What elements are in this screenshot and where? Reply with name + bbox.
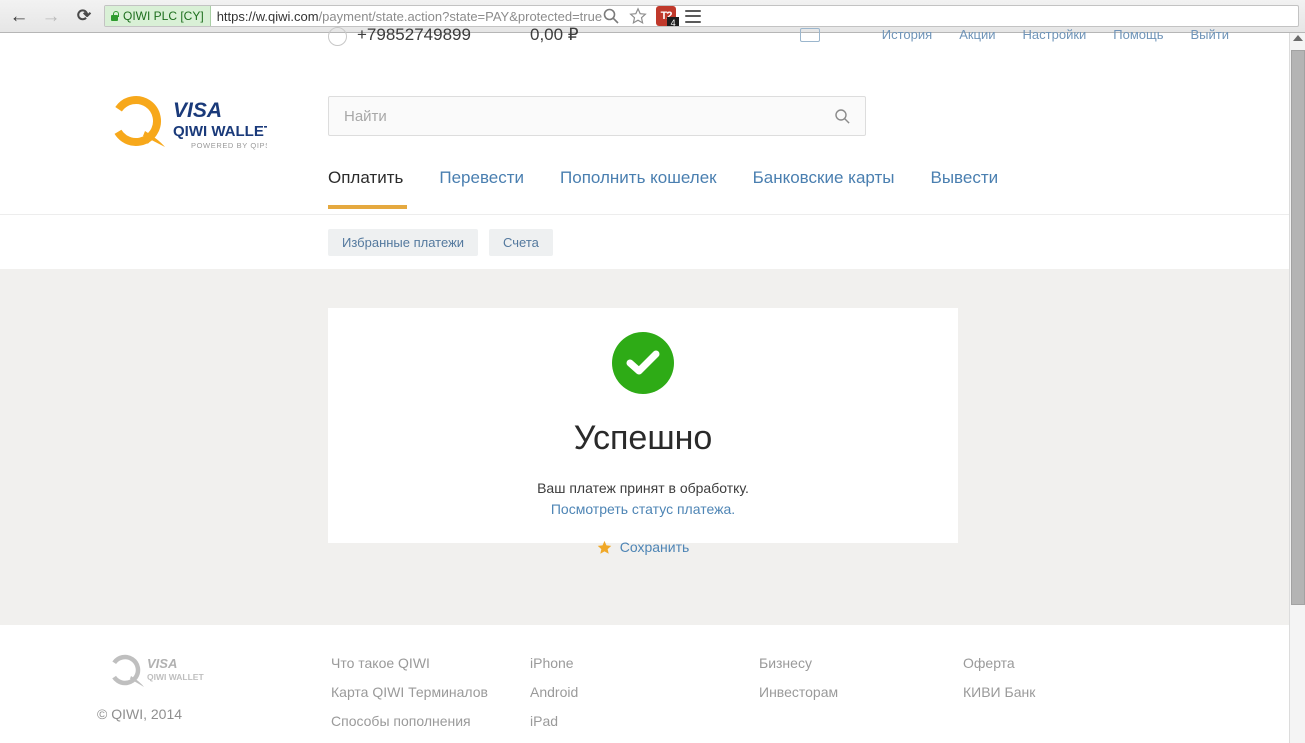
footer-columns: Что такое QIWI Карта QIWI Терминалов Спо… <box>331 655 1143 743</box>
navigation-buttons: ← → ⟳ <box>0 4 96 28</box>
scroll-up-arrow-icon[interactable] <box>1293 35 1303 41</box>
search-icon[interactable] <box>602 7 620 25</box>
payment-success-card: Успешно Ваш платеж принят в обработку. П… <box>328 308 958 555</box>
mail-icon[interactable] <box>800 28 820 42</box>
account-phone[interactable]: +79852749899 <box>357 26 471 45</box>
tabs-divider <box>0 214 1289 215</box>
footer-column-business: Бизнесу Инвесторам <box>759 655 963 743</box>
star-icon[interactable] <box>629 7 647 25</box>
address-bar[interactable]: QIWI PLC [CY] https://w.qiwi.com/payment… <box>104 5 1299 27</box>
search-input[interactable]: Найти <box>328 96 866 136</box>
search-placeholder: Найти <box>344 107 387 125</box>
account-nav-item-help[interactable]: Помощь <box>1113 27 1163 42</box>
account-nav-item-promos[interactable]: Акции <box>959 27 995 42</box>
footer-link[interactable]: Карта QIWI Терминалов <box>331 684 530 700</box>
tab-bankovskie-karty[interactable]: Банковские карты <box>753 168 895 192</box>
check-circle-icon <box>612 332 674 394</box>
qiwi-visa-wallet-logo[interactable]: VISA QIWI WALLET POWERED BY QIPS <box>107 93 267 155</box>
page-footer: VISA QIWI WALLET © QIWI, 2014 Что такое … <box>0 625 1289 743</box>
footer-column-about: Что такое QIWI Карта QIWI Терминалов Спо… <box>331 655 530 743</box>
success-icon-wrapper <box>328 308 958 394</box>
footer-link[interactable]: Бизнесу <box>759 655 963 671</box>
logo-visa-text: VISA <box>173 99 222 122</box>
site-security-badge[interactable]: QIWI PLC [CY] <box>105 6 211 26</box>
account-nav-item-settings[interactable]: Настройки <box>1023 27 1087 42</box>
web-page: +79852749899 0,00 ₽ История Акции Настро… <box>0 26 1289 743</box>
logo-powered-text: POWERED BY QIPS <box>191 141 267 150</box>
save-link[interactable]: Сохранить <box>620 539 690 555</box>
logo-wallet-text: QIWI WALLET <box>173 123 267 140</box>
account-balance[interactable]: 0,00 ₽ <box>530 26 579 45</box>
scrollbar-thumb[interactable] <box>1291 50 1305 605</box>
security-badge-label: QIWI PLC [CY] <box>123 9 204 23</box>
tab-popolnit-koshelek[interactable]: Пополнить кошелек <box>560 168 717 192</box>
footer-column-legal: Оферта КИВИ Банк <box>963 655 1143 743</box>
footer-column-platforms: iPhone Android iPad Windows Phone Другие… <box>530 655 759 743</box>
url-origin: https://w.qiwi.com <box>216 8 319 24</box>
tab-perevesti[interactable]: Перевести <box>439 168 524 192</box>
main-tabs: Оплатить Перевести Пополнить кошелек Бан… <box>328 168 998 192</box>
footer-link[interactable]: КИВИ Банк <box>963 684 1143 700</box>
save-payment-row[interactable]: Сохранить <box>328 539 958 555</box>
hamburger-menu-icon[interactable] <box>685 9 702 23</box>
toolbar-icons: T2 4 <box>602 6 709 26</box>
footer-logo-visa-text: VISA <box>147 656 177 671</box>
avatar <box>328 27 347 46</box>
success-message: Ваш платеж принят в обработку. <box>537 480 749 496</box>
footer-link[interactable]: Оферта <box>963 655 1143 671</box>
footer-link[interactable]: Что такое QIWI <box>331 655 530 671</box>
back-arrow-icon[interactable]: ← <box>8 5 30 27</box>
footer-logo-wallet-text: QIWI WALLET <box>147 672 204 682</box>
footer-link[interactable]: iPhone <box>530 655 759 671</box>
account-strip: +79852749899 0,00 ₽ История Акции Настро… <box>0 26 1289 48</box>
footer-link[interactable]: iPad <box>530 713 759 729</box>
browser-window: ← → ⟳ QIWI PLC [CY] https://w.qiwi.com/p… <box>0 0 1305 743</box>
copyright-text: © QIWI, 2014 <box>97 706 183 722</box>
reload-icon[interactable]: ⟳ <box>72 4 96 28</box>
lock-icon <box>110 10 119 22</box>
account-nav-item-history[interactable]: История <box>882 27 932 42</box>
subtab-accounts[interactable]: Счета <box>489 229 553 256</box>
sub-tabs: Избранные платежи Счета <box>328 229 553 256</box>
subtab-favorite-payments[interactable]: Избранные платежи <box>328 229 479 256</box>
footer-link[interactable]: Способы пополнения <box>331 713 530 729</box>
search-icon[interactable] <box>834 108 865 125</box>
footer-link[interactable]: Инвесторам <box>759 684 963 700</box>
tab-oplatit[interactable]: Оплатить <box>328 168 403 192</box>
tab-vyvesti[interactable]: Вывести <box>930 168 998 192</box>
extension-icon[interactable]: T2 4 <box>656 6 680 26</box>
footer-link[interactable]: Android <box>530 684 759 700</box>
page-title: Успешно <box>573 419 713 457</box>
active-tab-indicator <box>328 205 407 209</box>
payment-status-link[interactable]: Посмотреть статус платежа. <box>328 501 958 517</box>
star-icon <box>597 540 611 554</box>
vertical-scrollbar[interactable] <box>1289 33 1305 743</box>
url-text: https://w.qiwi.com/payment/state.action?… <box>211 9 602 24</box>
footer-logo[interactable]: VISA QIWI WALLET <box>107 653 207 691</box>
forward-arrow-icon[interactable]: → <box>40 5 62 27</box>
account-nav-item-logout[interactable]: Выйти <box>1191 27 1230 42</box>
account-nav: История Акции Настройки Помощь Выйти <box>882 27 1229 42</box>
url-path: /payment/state.action?state=PAY&protecte… <box>318 8 603 24</box>
